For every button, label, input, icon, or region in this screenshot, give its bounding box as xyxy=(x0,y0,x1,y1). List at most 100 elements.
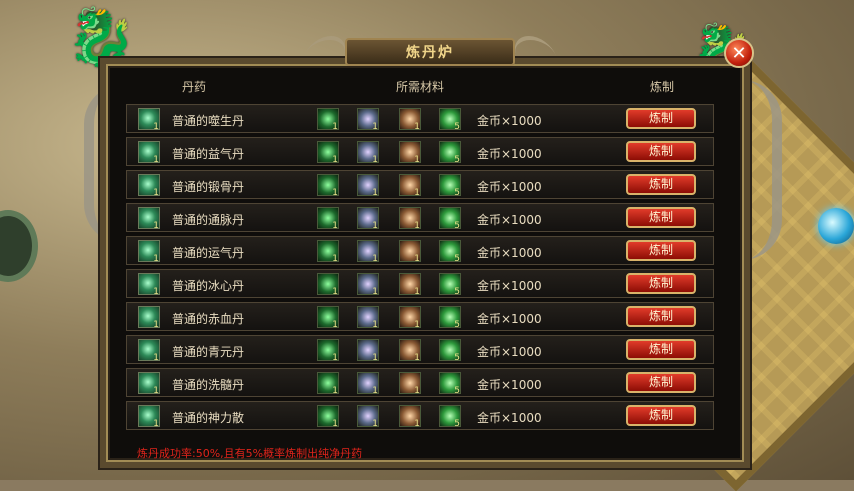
spirit-grass-icon[interactable]: 1 xyxy=(357,372,379,396)
close-button[interactable]: ✕ xyxy=(724,38,754,68)
jade-icon[interactable]: 5 xyxy=(439,339,461,363)
pill-quantity: 1 xyxy=(153,386,159,396)
ore-icon[interactable]: 1 xyxy=(399,372,421,396)
green-herb-icon[interactable]: 1 xyxy=(317,108,339,132)
material-quantity: 1 xyxy=(332,155,338,165)
green-herb-icon[interactable]: 1 xyxy=(317,141,339,165)
recipe-row: 1 普通的噬生丹 1 1 1 5 金币×1000 炼制 xyxy=(126,104,714,133)
gold-cost: 金币×1000 xyxy=(477,114,542,128)
gold-cost: 金币×1000 xyxy=(477,246,542,260)
column-headers: 丹药 所需材料 炼制 xyxy=(0,78,854,94)
material-quantity: 1 xyxy=(332,386,338,396)
spirit-grass-icon[interactable]: 1 xyxy=(357,306,379,330)
spirit-grass-icon[interactable]: 1 xyxy=(357,207,379,231)
material-quantity: 1 xyxy=(332,287,338,297)
material-quantity: 1 xyxy=(414,122,420,132)
recipe-row: 1 普通的赤血丹 1 1 1 5 金币×1000 炼制 xyxy=(126,302,714,331)
recipe-list: 1 普通的噬生丹 1 1 1 5 金币×1000 炼制 1 普通的益气丹 1 1 1 5 金币×1000 炼制… xyxy=(126,104,714,434)
make-button[interactable]: 炼制 xyxy=(626,207,696,228)
gold-cost: 金币×1000 xyxy=(477,213,542,227)
ore-icon[interactable]: 1 xyxy=(399,306,421,330)
material-quantity: 1 xyxy=(332,353,338,363)
material-quantity: 1 xyxy=(372,287,378,297)
pill-icon[interactable]: 1 xyxy=(138,174,160,198)
pill-name: 普通的赤血丹 xyxy=(172,312,245,326)
gold-cost: 金币×1000 xyxy=(477,147,542,161)
jade-icon[interactable]: 5 xyxy=(439,108,461,132)
jade-icon[interactable]: 5 xyxy=(439,174,461,198)
header-make: 炼制 xyxy=(650,80,675,94)
spirit-grass-icon[interactable]: 1 xyxy=(357,108,379,132)
make-button[interactable]: 炼制 xyxy=(626,405,696,426)
success-rate-note: 炼丹成功率:50%,且有5%概率炼制出纯净丹药 xyxy=(137,447,363,460)
pill-icon[interactable]: 1 xyxy=(138,141,160,165)
make-button[interactable]: 炼制 xyxy=(626,108,696,129)
make-button[interactable]: 炼制 xyxy=(626,273,696,294)
jade-icon[interactable]: 5 xyxy=(439,141,461,165)
ore-icon[interactable]: 1 xyxy=(399,207,421,231)
pill-quantity: 1 xyxy=(153,221,159,231)
ore-icon[interactable]: 1 xyxy=(399,273,421,297)
spirit-grass-icon[interactable]: 1 xyxy=(357,405,379,429)
ore-icon[interactable]: 1 xyxy=(399,141,421,165)
material-quantity: 5 xyxy=(454,155,460,165)
pill-name: 普通的锻骨丹 xyxy=(172,180,245,194)
material-quantity: 5 xyxy=(454,287,460,297)
green-herb-icon[interactable]: 1 xyxy=(317,339,339,363)
ore-icon[interactable]: 1 xyxy=(399,240,421,264)
green-herb-icon[interactable]: 1 xyxy=(317,372,339,396)
make-button[interactable]: 炼制 xyxy=(626,306,696,327)
pill-icon[interactable]: 1 xyxy=(138,372,160,396)
pill-name: 普通的噬生丹 xyxy=(172,114,245,128)
jade-icon[interactable]: 5 xyxy=(439,306,461,330)
pill-quantity: 1 xyxy=(153,188,159,198)
spirit-grass-icon[interactable]: 1 xyxy=(357,240,379,264)
pill-quantity: 1 xyxy=(153,320,159,330)
jade-icon[interactable]: 5 xyxy=(439,207,461,231)
material-quantity: 1 xyxy=(414,320,420,330)
spirit-grass-icon[interactable]: 1 xyxy=(357,141,379,165)
ore-icon[interactable]: 1 xyxy=(399,108,421,132)
recipe-row: 1 普通的洗髓丹 1 1 1 5 金币×1000 炼制 xyxy=(126,368,714,397)
ore-icon[interactable]: 1 xyxy=(399,174,421,198)
material-quantity: 1 xyxy=(414,155,420,165)
material-quantity: 1 xyxy=(332,122,338,132)
spirit-grass-icon[interactable]: 1 xyxy=(357,273,379,297)
material-quantity: 1 xyxy=(414,386,420,396)
make-button[interactable]: 炼制 xyxy=(626,174,696,195)
pill-quantity: 1 xyxy=(153,353,159,363)
green-herb-icon[interactable]: 1 xyxy=(317,240,339,264)
pill-icon[interactable]: 1 xyxy=(138,405,160,429)
jade-icon[interactable]: 5 xyxy=(439,372,461,396)
material-quantity: 5 xyxy=(454,122,460,132)
make-button[interactable]: 炼制 xyxy=(626,339,696,360)
pill-icon[interactable]: 1 xyxy=(138,273,160,297)
pill-icon[interactable]: 1 xyxy=(138,207,160,231)
make-button[interactable]: 炼制 xyxy=(626,240,696,261)
blue-orb-decoration xyxy=(818,208,854,244)
make-button[interactable]: 炼制 xyxy=(626,141,696,162)
material-quantity: 5 xyxy=(454,320,460,330)
green-herb-icon[interactable]: 1 xyxy=(317,306,339,330)
pill-name: 普通的益气丹 xyxy=(172,147,245,161)
spirit-grass-icon[interactable]: 1 xyxy=(357,339,379,363)
close-icon: ✕ xyxy=(731,42,747,64)
jade-icon[interactable]: 5 xyxy=(439,273,461,297)
pill-icon[interactable]: 1 xyxy=(138,306,160,330)
pill-icon[interactable]: 1 xyxy=(138,240,160,264)
green-herb-icon[interactable]: 1 xyxy=(317,207,339,231)
pill-icon[interactable]: 1 xyxy=(138,108,160,132)
green-herb-icon[interactable]: 1 xyxy=(317,273,339,297)
ore-icon[interactable]: 1 xyxy=(399,339,421,363)
jade-icon[interactable]: 5 xyxy=(439,405,461,429)
spirit-grass-icon[interactable]: 1 xyxy=(357,174,379,198)
make-button[interactable]: 炼制 xyxy=(626,372,696,393)
ore-icon[interactable]: 1 xyxy=(399,405,421,429)
green-herb-icon[interactable]: 1 xyxy=(317,405,339,429)
jade-icon[interactable]: 5 xyxy=(439,240,461,264)
material-quantity: 1 xyxy=(414,254,420,264)
gold-cost: 金币×1000 xyxy=(477,411,542,425)
material-quantity: 1 xyxy=(372,386,378,396)
green-herb-icon[interactable]: 1 xyxy=(317,174,339,198)
pill-icon[interactable]: 1 xyxy=(138,339,160,363)
